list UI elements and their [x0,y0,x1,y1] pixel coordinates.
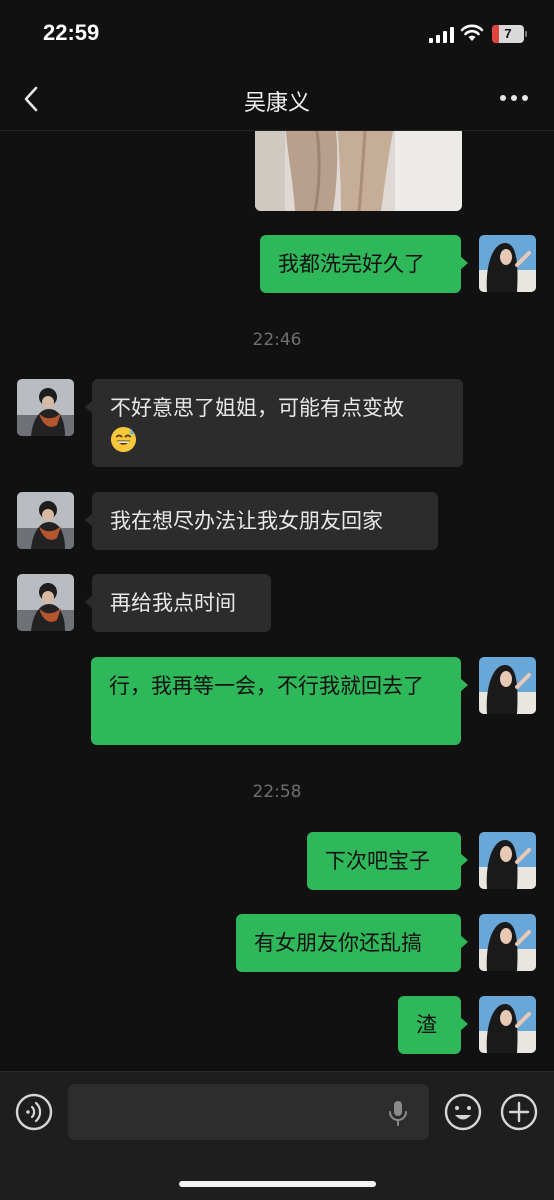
plus-icon[interactable] [499,1092,539,1132]
message-text: 渣 [416,1013,437,1037]
my-avatar[interactable] [479,657,536,714]
timestamp: 22:46 [252,330,302,350]
cellular-signal-icon [429,27,454,43]
message-bubble-outgoing[interactable]: 渣 [398,996,468,1054]
battery-level: 7 [504,26,512,41]
timestamp: 22:58 [252,782,302,802]
message-bubble-incoming[interactable]: 我在想尽办法让我女朋友回家 [85,492,438,550]
message-text: 再给我点时间 [110,591,236,615]
message-text: 不好意思了姐姐，可能有点变故 [110,396,404,420]
message-input[interactable] [68,1084,429,1140]
message-bubble-incoming[interactable]: 再给我点时间 [85,574,271,632]
message-list[interactable]: 我都洗完好久了 22:46 不好意思了姐姐，可能有点变故 我在想尽办法让我女朋友… [0,131,554,1071]
message-text: 下次吧宝子 [325,849,430,873]
message-bubble-outgoing[interactable]: 我都洗完好久了 [260,235,468,293]
sweat-smile-emoji [110,426,137,452]
wifi-icon [460,24,484,41]
chat-header: 吴康义 [0,70,554,131]
contact-avatar[interactable] [17,379,74,436]
chat-title: 吴康义 [243,91,310,116]
message-text: 我都洗完好久了 [278,252,425,276]
status-bar: 22:59 7 [0,0,554,70]
my-avatar[interactable] [479,235,536,292]
shared-photo[interactable] [255,131,462,211]
status-time: 22:59 [43,20,100,45]
contact-avatar[interactable] [17,574,74,631]
message-text: 我在想尽办法让我女朋友回家 [110,509,383,533]
message-text: 有女朋友你还乱搞 [254,931,422,955]
more-dots-icon[interactable] [497,86,531,110]
microphone-icon[interactable] [386,1100,410,1126]
message-bubble-incoming[interactable]: 不好意思了姐姐，可能有点变故 [85,379,463,467]
message-bubble-outgoing[interactable]: 下次吧宝子 [307,832,468,890]
my-avatar[interactable] [479,914,536,971]
home-indicator[interactable] [179,1181,376,1187]
message-bubble-outgoing[interactable]: 有女朋友你还乱搞 [236,914,468,972]
my-avatar[interactable] [479,996,536,1053]
voice-input-icon[interactable] [14,1092,54,1132]
message-text: 行，我再等一会，不行我就回去了 [109,674,424,698]
contact-avatar[interactable] [17,492,74,549]
my-avatar[interactable] [479,832,536,889]
message-bubble-outgoing[interactable]: 行，我再等一会，不行我就回去了 [91,657,468,745]
battery-icon: 7 [492,25,524,43]
emoji-icon[interactable] [443,1092,483,1132]
input-bar [0,1071,554,1200]
